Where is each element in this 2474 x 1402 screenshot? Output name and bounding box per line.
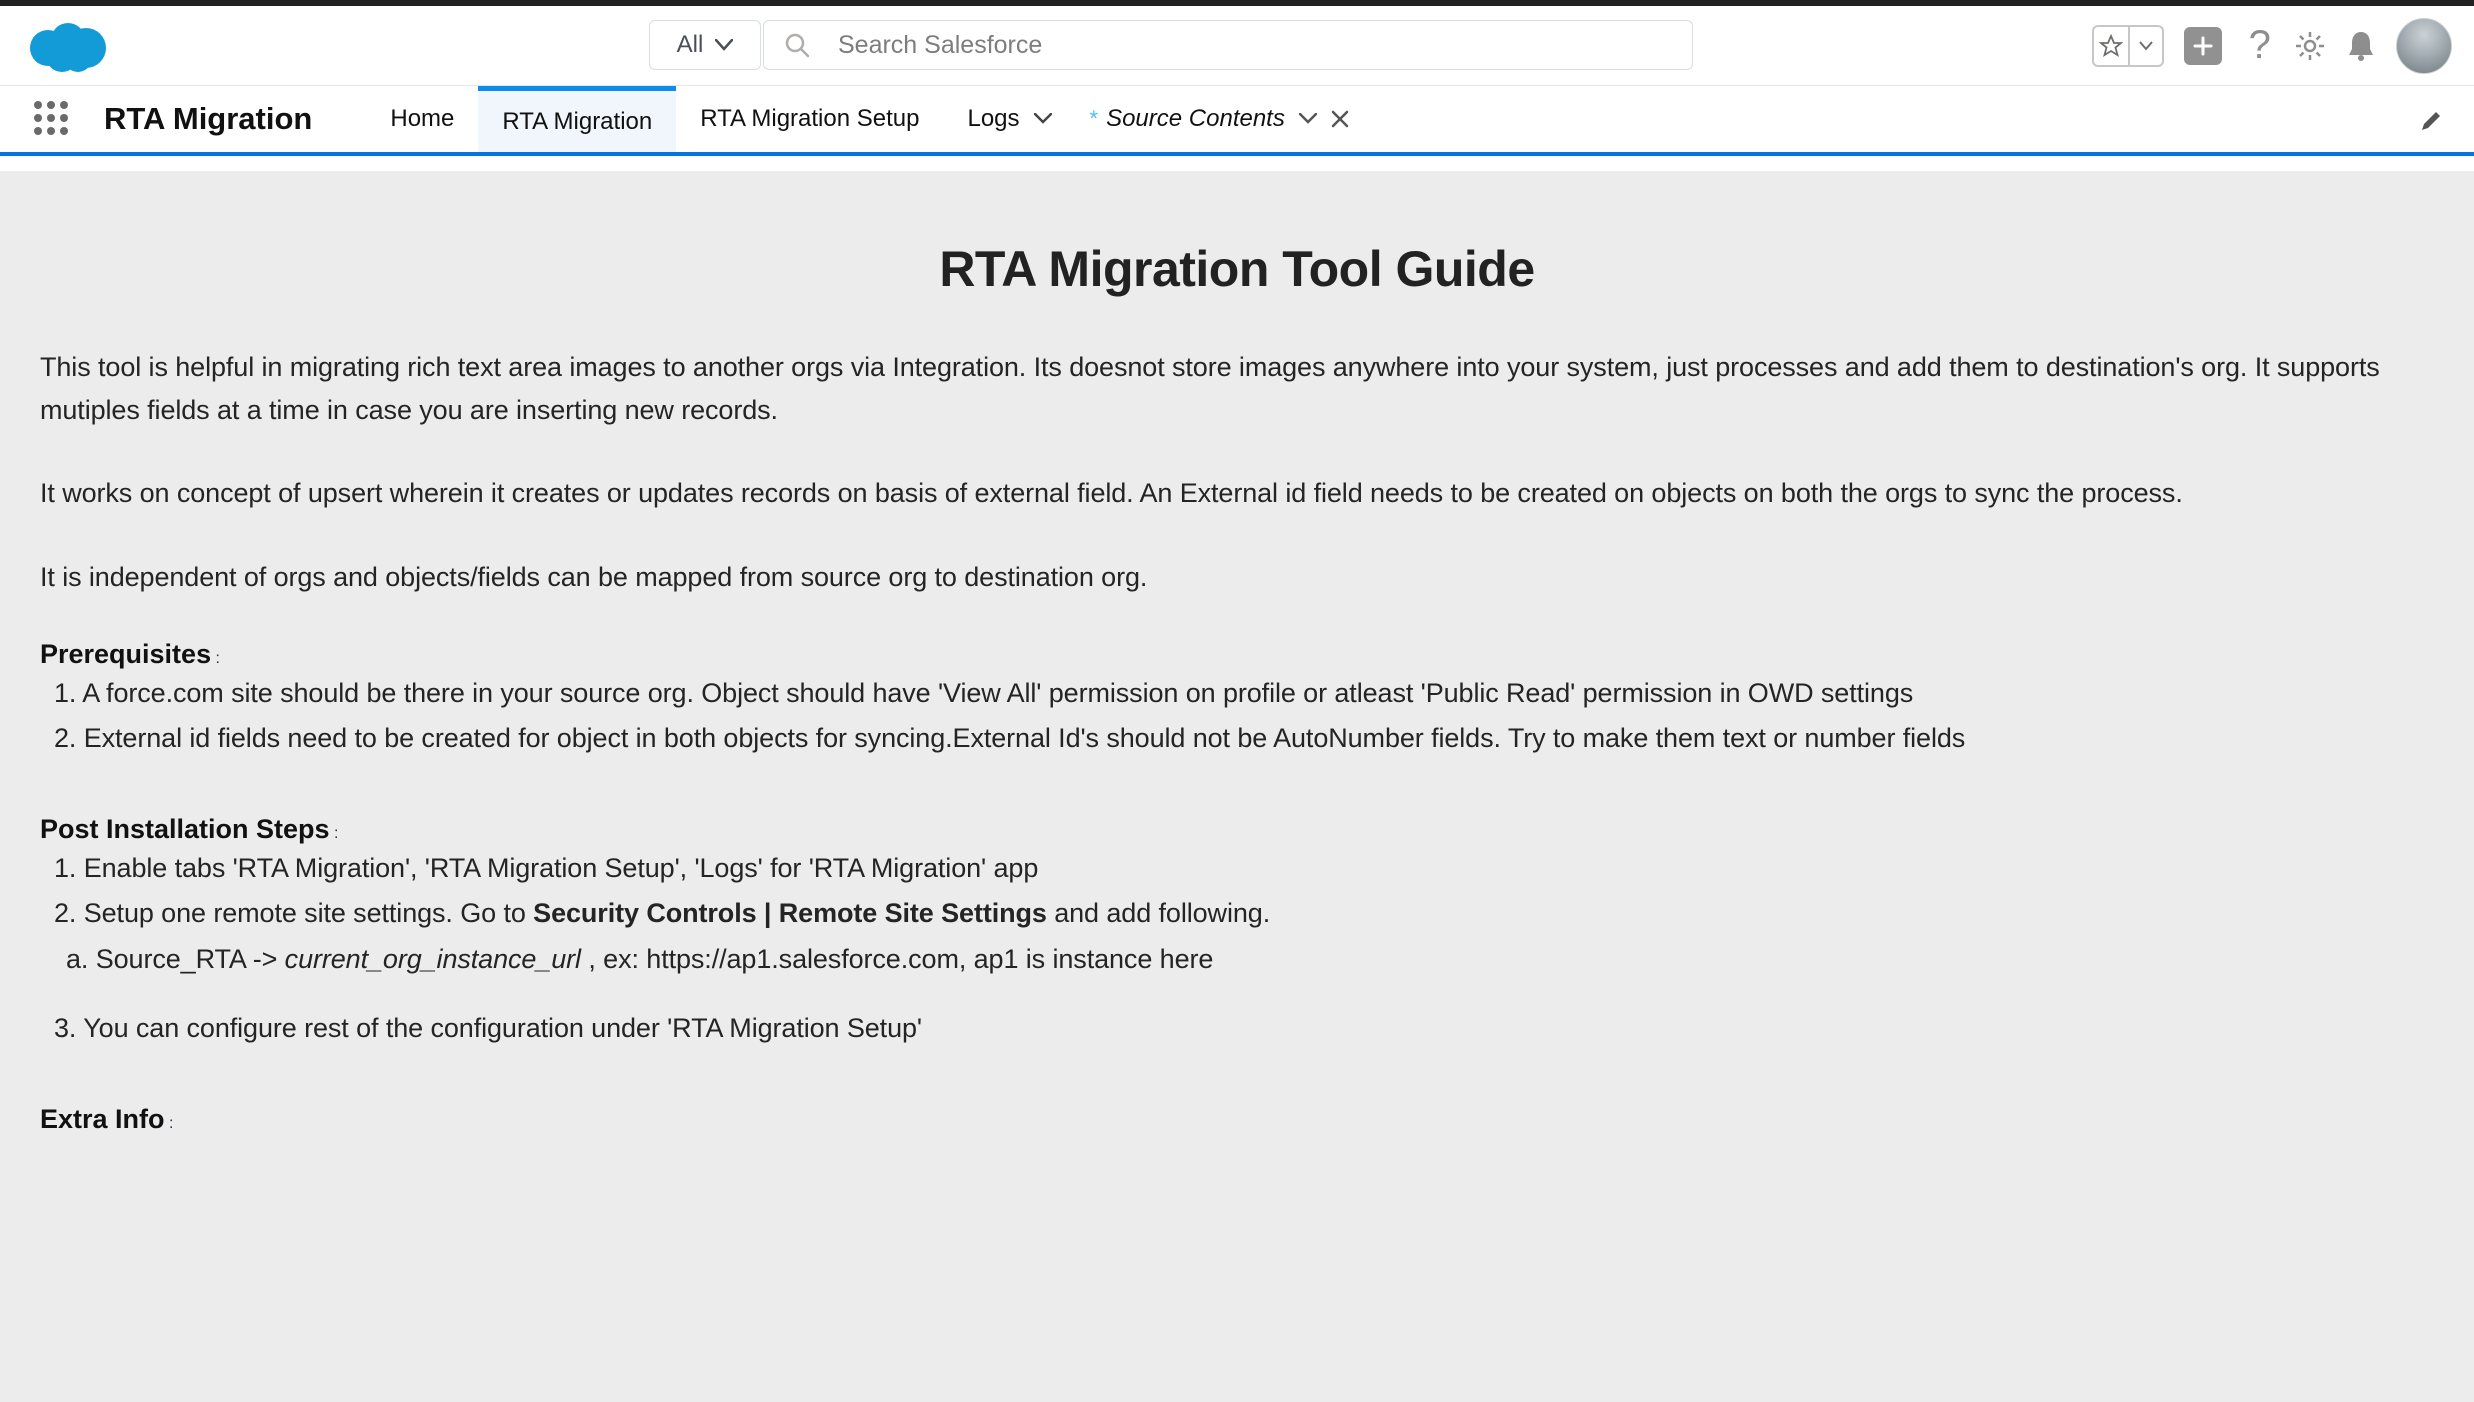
intro-paragraph-1: This tool is helpful in migrating rich t… [40, 346, 2434, 432]
svg-text:?: ? [2249, 26, 2271, 66]
tab-label: RTA Migration Setup [700, 105, 919, 133]
plus-icon [2184, 27, 2222, 65]
content-area: RTA Migration Tool Guide This tool is he… [0, 172, 2474, 1402]
help-button[interactable]: ? [2242, 26, 2274, 66]
page-title: RTA Migration Tool Guide [40, 240, 2434, 298]
favorites-star-button[interactable] [2094, 27, 2128, 65]
tab-label: Home [390, 105, 454, 133]
tab-label: RTA Migration [502, 108, 652, 136]
app-nav-bar: RTA Migration Home RTA Migration RTA Mig… [0, 86, 2474, 156]
prerequisites-heading: Prerequisites [40, 639, 211, 669]
tab-source-contents[interactable]: * Source Contents [1076, 86, 1373, 152]
search-input[interactable] [838, 31, 1672, 60]
gear-icon [2294, 30, 2326, 62]
list-item: 3. You can configure rest of the configu… [54, 1007, 2434, 1050]
global-header: All ? [0, 6, 2474, 86]
search-scope-dropdown[interactable]: All [649, 20, 761, 70]
text-run: a. Source_RTA -> [66, 944, 285, 974]
colon: : [211, 650, 220, 667]
unsaved-indicator-icon: * [1090, 106, 1099, 132]
bell-icon [2346, 29, 2376, 63]
post-install-list: 1. Enable tabs 'RTA Migration', 'RTA Mig… [40, 847, 2434, 935]
colon: : [330, 825, 339, 842]
tab-rta-migration-setup[interactable]: RTA Migration Setup [676, 86, 943, 152]
question-icon: ? [2242, 26, 2274, 66]
list-item: a. Source_RTA -> current_org_instance_ur… [66, 938, 2434, 981]
post-install-list-cont: 3. You can configure rest of the configu… [40, 1007, 2434, 1050]
text-run-bold: Security Controls | Remote Site Settings [533, 898, 1047, 928]
list-item: 1. A force.com site should be there in y… [54, 672, 2434, 715]
intro-paragraph-2: It works on concept of upsert wherein it… [40, 472, 2434, 515]
pencil-icon [2418, 108, 2444, 134]
prerequisites-list: 1. A force.com site should be there in y… [40, 672, 2434, 760]
tab-rta-migration[interactable]: RTA Migration [478, 86, 676, 152]
app-launcher-button[interactable] [34, 101, 70, 137]
tab-home[interactable]: Home [366, 86, 478, 152]
list-item: 2. Setup one remote site settings. Go to… [54, 892, 2434, 935]
close-icon [1331, 110, 1349, 128]
salesforce-logo[interactable] [28, 18, 108, 74]
chevron-down-icon [715, 39, 733, 51]
star-icon [2099, 34, 2123, 58]
chevron-down-icon [2139, 41, 2153, 51]
header-actions: ? [2092, 18, 2452, 74]
setup-button[interactable] [2294, 30, 2326, 62]
text-run: , ex: https://ap1.salesforce.com, ap1 is… [581, 944, 1213, 974]
global-search: All [649, 20, 1693, 70]
intro-paragraph-3: It is independent of orgs and objects/fi… [40, 556, 2434, 599]
global-actions-button[interactable] [2184, 27, 2222, 65]
chevron-down-icon[interactable] [1299, 113, 1317, 125]
colon: : [165, 1115, 174, 1132]
list-item: 2. External id fields need to be created… [54, 717, 2434, 760]
app-name: RTA Migration [104, 101, 312, 137]
tab-label: Source Contents [1106, 105, 1285, 133]
notifications-button[interactable] [2346, 29, 2376, 63]
guide-document: RTA Migration Tool Guide This tool is he… [0, 172, 2474, 1135]
favorites-split-button[interactable] [2092, 25, 2164, 67]
post-install-heading: Post Installation Steps [40, 814, 330, 844]
user-avatar[interactable] [2396, 18, 2452, 74]
text-run: and add following. [1047, 898, 1270, 928]
post-install-sublist: a. Source_RTA -> current_org_instance_ur… [40, 938, 2434, 981]
edit-nav-button[interactable] [2418, 108, 2444, 134]
list-item: 1. Enable tabs 'RTA Migration', 'RTA Mig… [54, 847, 2434, 890]
search-scope-label: All [677, 31, 704, 59]
tab-logs[interactable]: Logs [943, 86, 1075, 152]
chevron-down-icon[interactable] [1034, 113, 1052, 125]
favorites-dropdown-button[interactable] [2128, 27, 2162, 65]
close-tab-button[interactable] [1331, 110, 1349, 128]
nav-tabs: Home RTA Migration RTA Migration Setup L… [366, 86, 1373, 152]
extra-info-heading: Extra Info [40, 1104, 165, 1134]
search-box[interactable] [763, 20, 1693, 70]
tab-label: Logs [967, 105, 1019, 133]
text-run-italic: current_org_instance_url [285, 944, 581, 974]
search-icon [784, 32, 810, 58]
text-run: 2. Setup one remote site settings. Go to [54, 898, 533, 928]
subheader-strip [0, 156, 2474, 172]
